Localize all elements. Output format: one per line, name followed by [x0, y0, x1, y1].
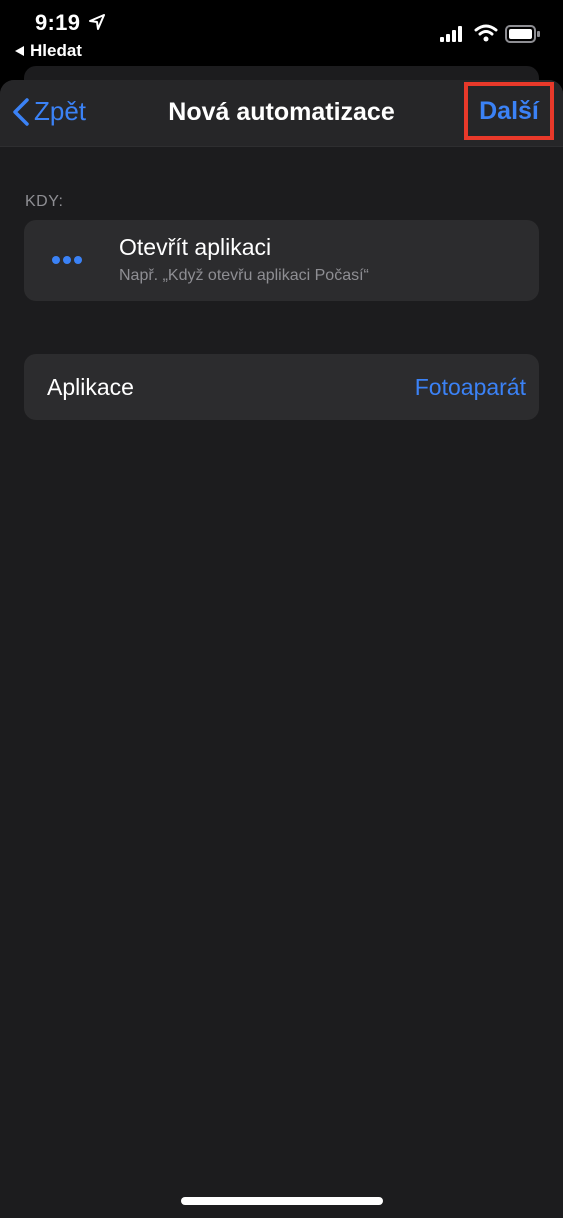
- cellular-signal-icon: [440, 26, 462, 42]
- location-arrow-icon: [89, 14, 105, 30]
- navigation-bar: Zpět Nová automatizace Další: [0, 80, 563, 147]
- battery-icon: [505, 25, 540, 43]
- home-indicator[interactable]: [181, 1197, 383, 1205]
- trigger-subtitle: Např. „Když otevřu aplikaci Počasí“: [119, 267, 369, 284]
- app-row-label: Aplikace: [47, 374, 134, 400]
- trigger-title: Otevřít aplikaci: [119, 234, 272, 260]
- section-label-when: KDY:: [25, 193, 64, 210]
- screen: 9:19 Hledat Zpět Nová automatizace Další…: [0, 0, 563, 1218]
- back-to-app-link[interactable]: Hledat: [15, 41, 82, 61]
- more-dots-icon: [52, 256, 82, 264]
- status-time: 9:19: [35, 10, 81, 35]
- trigger-open-app-card[interactable]: Otevřít aplikaci Např. „Když otevřu apli…: [24, 220, 539, 301]
- app-row-value[interactable]: Fotoaparát: [415, 374, 526, 401]
- back-triangle-icon: [15, 46, 24, 56]
- app-selection-row[interactable]: Aplikace Fotoaparát: [24, 354, 539, 420]
- next-button-label: Další: [479, 96, 539, 125]
- wifi-icon: [474, 24, 498, 42]
- next-button[interactable]: Další: [464, 82, 554, 140]
- automation-sheet: Zpět Nová automatizace Další KDY: Otevří…: [0, 80, 563, 1218]
- back-to-app-label: Hledat: [30, 41, 82, 60]
- status-bar: 9:19 Hledat: [0, 0, 563, 66]
